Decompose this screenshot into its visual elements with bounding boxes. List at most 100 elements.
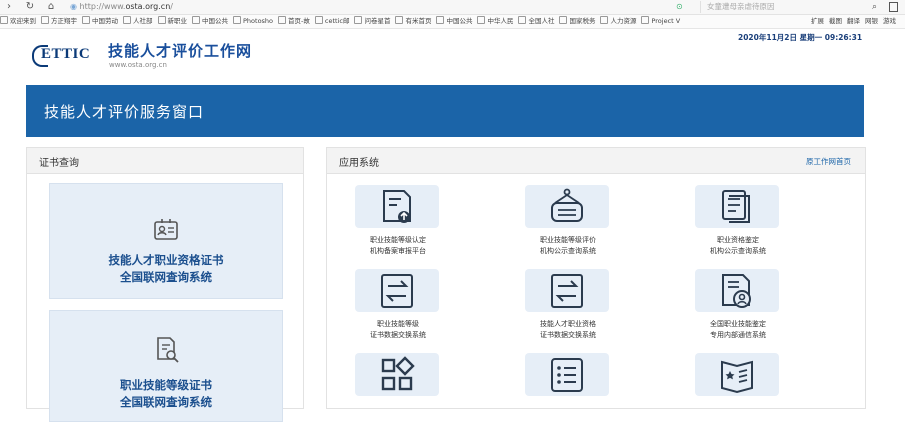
toolbar-menu-item[interactable]: 翻译 — [847, 15, 860, 28]
browser-search-input[interactable]: 女童遭母亲虐待原因 — [700, 1, 887, 13]
bookmark-icon — [436, 16, 445, 24]
app-label-line2: 机构公示查询系统 — [540, 247, 596, 255]
app-label-line1: 职业技能等级认定 — [370, 236, 426, 244]
old-homepage-link[interactable]: 原工作网首页 — [806, 156, 851, 167]
globe-icon: ◉ — [70, 2, 80, 11]
app-label-line2: 证书数据交换系统 — [540, 331, 596, 339]
bookmark-item[interactable]: 首页-故 — [278, 15, 310, 28]
bookmark-label: Photosho — [243, 17, 274, 25]
bookmark-icon — [0, 16, 8, 24]
bookmark-icon — [123, 16, 131, 24]
bookmark-label: 全国人社 — [528, 17, 555, 25]
bookmark-label: 问卷星首 — [364, 17, 391, 25]
bookmark-label: 有米首页 — [405, 17, 432, 25]
site-title[interactable]: 技能人才评价工作网 — [108, 40, 252, 61]
document-upload-icon — [383, 190, 411, 223]
toolbar-menu-item[interactable]: 网银 — [865, 15, 878, 28]
bookmark-item[interactable]: 有米首页 — [395, 15, 431, 28]
bookmarks-right: 扩展 截图 翻译 网银 游戏 — [811, 15, 901, 28]
bookmark-item[interactable]: Project V — [641, 15, 680, 28]
toolbar-menu-item[interactable]: 游戏 — [883, 15, 896, 28]
bookmark-item[interactable]: 中国公共 — [436, 15, 472, 28]
certificate-query-card[interactable]: 职业技能等级证书 全国联网查询系统 — [49, 310, 283, 422]
bookmark-item[interactable]: 中华人民 — [477, 15, 513, 28]
apps-grid-icon — [381, 356, 415, 391]
app-label-line1: 全国职业技能鉴定 — [710, 320, 766, 328]
app-label-line2: 机构公示查询系统 — [710, 247, 766, 255]
bookmark-item[interactable]: 新职业 — [157, 15, 188, 28]
signboard-icon — [551, 188, 583, 222]
bookmark-icon — [477, 16, 486, 24]
browser-toolbar: › ↻ ⌂ ◉ http://www.osta.org.cn/ ⊙ 女童遭母亲虐… — [0, 0, 905, 15]
exchange-icon — [381, 274, 413, 308]
bookmark-icon — [314, 16, 323, 24]
bookmarks-bar: 欢迎来到 方正翔宇 中国劳动 人社部 新职业 中国公共 Photosho 首页-故 cettic… — [0, 15, 905, 29]
bookmark-item[interactable]: Photosho — [233, 15, 273, 28]
banner-title: 技能人才评价服务窗口 — [44, 103, 205, 121]
bookmark-item[interactable]: 中国公共 — [192, 15, 228, 28]
bookmark-label: 首页-故 — [288, 17, 310, 25]
toolbar-menu-item[interactable]: 扩展 — [811, 15, 824, 28]
bookmark-label: 人力资源 — [610, 17, 637, 25]
app-label-line1: 职业资格鉴定 — [717, 236, 759, 244]
address-bar[interactable]: ◉ http://www.osta.org.cn/ — [70, 1, 670, 13]
bookmark-item[interactable]: 方正翔宇 — [41, 15, 77, 28]
bookmark-item[interactable]: 人社部 — [123, 15, 153, 28]
home-icon[interactable]: ⌂ — [45, 1, 57, 13]
url-host: osta.org.cn — [125, 2, 171, 11]
panel-title: 应用系统 — [339, 158, 379, 169]
bookmark-item[interactable]: cettic邮 — [314, 15, 349, 28]
bookmark-item[interactable]: 欢迎来到 — [0, 15, 36, 28]
bookmark-icon — [395, 16, 404, 24]
card-title-line2: 全国联网查询系统 — [120, 395, 212, 409]
app-icon-box — [695, 185, 779, 228]
bookmark-label: 中华人民 — [487, 17, 514, 25]
toolbar-menu-item[interactable]: 截图 — [829, 15, 842, 28]
card-title-line2: 全国联网查询系统 — [120, 270, 212, 284]
bookmark-item[interactable]: 全国人社 — [518, 15, 554, 28]
bookmark-label: 新职业 — [167, 17, 188, 25]
secure-icon: ⊙ — [676, 2, 683, 11]
bookmark-label: 中国劳动 — [92, 17, 118, 25]
app-label-line1: 职业技能等级 — [377, 320, 419, 328]
bookmark-label: Project V — [651, 17, 681, 25]
star-book-icon — [721, 360, 753, 394]
bookmark-label: 中国公共 — [202, 17, 228, 25]
app-label-line1: 技能人才职业资格 — [540, 320, 596, 328]
bookmark-icon — [233, 16, 241, 24]
app-icon-box — [355, 269, 439, 312]
bookmark-icon — [518, 16, 527, 24]
bookmark-icon — [41, 16, 49, 24]
id-card-icon — [154, 219, 178, 240]
certificate-query-card[interactable]: 技能人才职业资格证书 全国联网查询系统 — [49, 183, 283, 299]
card-title-line1: 技能人才职业资格证书 — [108, 253, 224, 267]
bookmark-label: 欢迎来到 — [10, 17, 36, 25]
panel-header: 证书查询 — [27, 148, 303, 174]
card-title-line1: 职业技能等级证书 — [120, 378, 212, 392]
panel-title: 证书查询 — [39, 158, 79, 169]
application-systems-panel: 应用系统 原工作网首页 职业技能等级认定 机构备案审报平台 职业技能等级评价 机… — [326, 147, 866, 409]
bookmark-item[interactable]: 国家税务 — [559, 15, 595, 28]
app-icon-box — [695, 269, 779, 312]
bookmark-label: 国家税务 — [569, 17, 596, 25]
exchange-icon — [551, 274, 583, 308]
app-label-line2: 机构备案审报平台 — [370, 247, 426, 255]
site-logo[interactable]: ETTIC — [32, 44, 97, 67]
bookmark-item[interactable]: 中国劳动 — [82, 15, 118, 28]
forward-icon[interactable]: › — [3, 1, 15, 13]
bookmark-item[interactable]: 问卷星首 — [354, 15, 390, 28]
bookmark-icon — [278, 16, 287, 24]
reload-icon[interactable]: ↻ — [24, 1, 36, 13]
banner: 技能人才评价服务窗口 — [26, 85, 864, 137]
app-label-line2: 证书数据交换系统 — [370, 331, 426, 339]
sidebar-toggle-icon[interactable] — [889, 2, 898, 12]
search-icon[interactable]: ⌕ — [872, 1, 877, 13]
app-icon-box — [525, 353, 609, 396]
bookmark-icon — [157, 16, 166, 24]
app-icon-box — [525, 269, 609, 312]
bookmark-label: 人社部 — [133, 17, 153, 25]
app-icon-box — [525, 185, 609, 228]
url-suffix: / — [170, 2, 173, 11]
url-prefix: http://www. — [79, 2, 126, 11]
bookmark-item[interactable]: 人力资源 — [600, 15, 636, 28]
